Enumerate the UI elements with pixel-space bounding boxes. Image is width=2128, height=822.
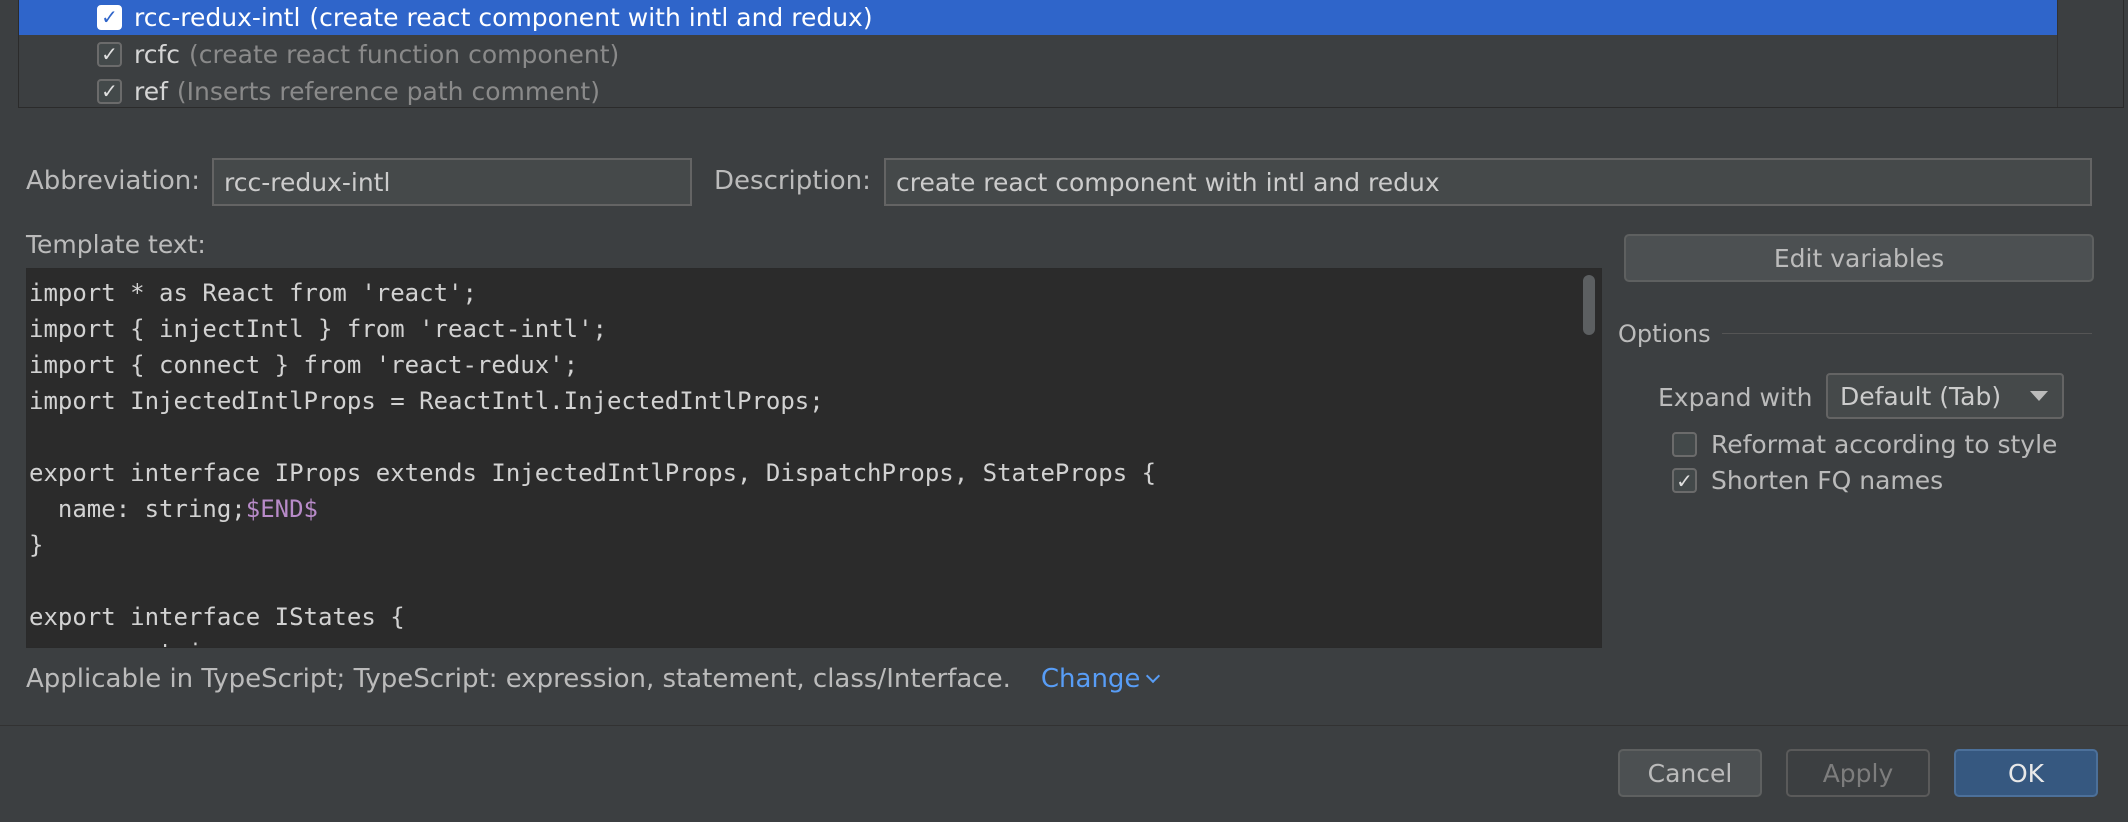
abbreviation-label: Abbreviation: [26,166,201,196]
applicable-contexts: Applicable in TypeScript; TypeScript: ex… [26,664,1161,694]
expand-with-value: Default (Tab) [1840,381,2002,411]
description-input[interactable]: create react component with intl and red… [884,158,2092,206]
cancel-button[interactable]: Cancel [1618,749,1762,797]
shorten-fq-option[interactable]: ✓ Shorten FQ names [1672,466,1943,495]
check-icon[interactable]: ✓ [97,41,122,67]
template-text-editor[interactable]: import * as React from 'react'; import {… [26,268,1602,648]
ok-button[interactable]: OK [1954,749,2098,797]
template-item-name: ref [134,76,168,106]
template-item-description: (create react component with intl and re… [309,2,873,32]
change-link[interactable]: Change [1040,664,1161,694]
reformat-label: Reformat according to style [1711,430,2058,459]
change-label: Change [1040,664,1141,694]
description-label: Description: [714,166,871,196]
edit-variables-button[interactable]: Edit variables [1624,234,2094,282]
template-item-name: rcc-redux-intl [134,2,301,32]
template-text-label: Template text: [26,230,206,259]
options-heading: Options [1618,320,1711,348]
template-item-rcfc[interactable]: ✓ rcfc (create react function component) [19,36,2057,72]
footer-divider [0,725,2128,726]
shorten-fq-label: Shorten FQ names [1711,466,1944,495]
code-line: } [29,531,44,559]
template-item-ref[interactable]: ✓ ref (Inserts reference path comment) [19,73,2057,107]
reformat-checkbox[interactable]: ✓ [1672,432,1697,457]
expand-with-select[interactable]: Default (Tab) [1826,373,2064,419]
options-separator [1722,333,2092,334]
check-icon[interactable]: ✓ [97,78,122,104]
reformat-option[interactable]: ✓ Reformat according to style [1672,430,2057,459]
check-icon[interactable]: ✓ [97,4,122,30]
check-icon[interactable]: ✓ [1672,468,1697,493]
code-line: name: string; [29,639,246,647]
template-item-description: (Inserts reference path comment) [176,76,600,106]
code-line: export interface IProps extends Injected… [29,459,1157,487]
template-item-description: (create react function component) [189,39,620,69]
dropdown-caret-icon [2030,391,2048,401]
apply-button[interactable]: Apply [1786,749,1930,797]
template-code: import * as React from 'react'; import {… [29,275,1157,647]
template-item-rcc-redux-intl[interactable]: ✓ rcc-redux-intl (create react component… [19,0,2057,35]
expand-with-label: Expand with [1658,383,1813,412]
code-line: name: string; [29,495,246,523]
editor-scrollbar-thumb[interactable] [1583,275,1595,335]
chevron-down-icon [1146,668,1161,684]
end-variable: $END$ [245,495,318,523]
template-item-name: rcfc [134,39,181,69]
list-scrollbar-track[interactable] [2057,0,2123,107]
code-line: import { connect } from 'react-redux'; [29,351,579,379]
code-line: export interface IStates { [29,603,405,631]
abbreviation-input[interactable]: rcc-redux-intl [212,158,692,206]
code-line: import * as React from 'react'; [29,279,477,307]
applicable-text: Applicable in TypeScript; TypeScript: ex… [26,664,1011,694]
live-template-dialog: ✓ rcc-redux-intl (create react component… [0,0,2128,822]
code-line: import { injectIntl } from 'react-intl'; [29,315,607,343]
template-list[interactable]: ✓ rcc-redux-intl (create react component… [18,0,2124,108]
code-line: import InjectedIntlProps = ReactIntl.Inj… [29,387,824,415]
